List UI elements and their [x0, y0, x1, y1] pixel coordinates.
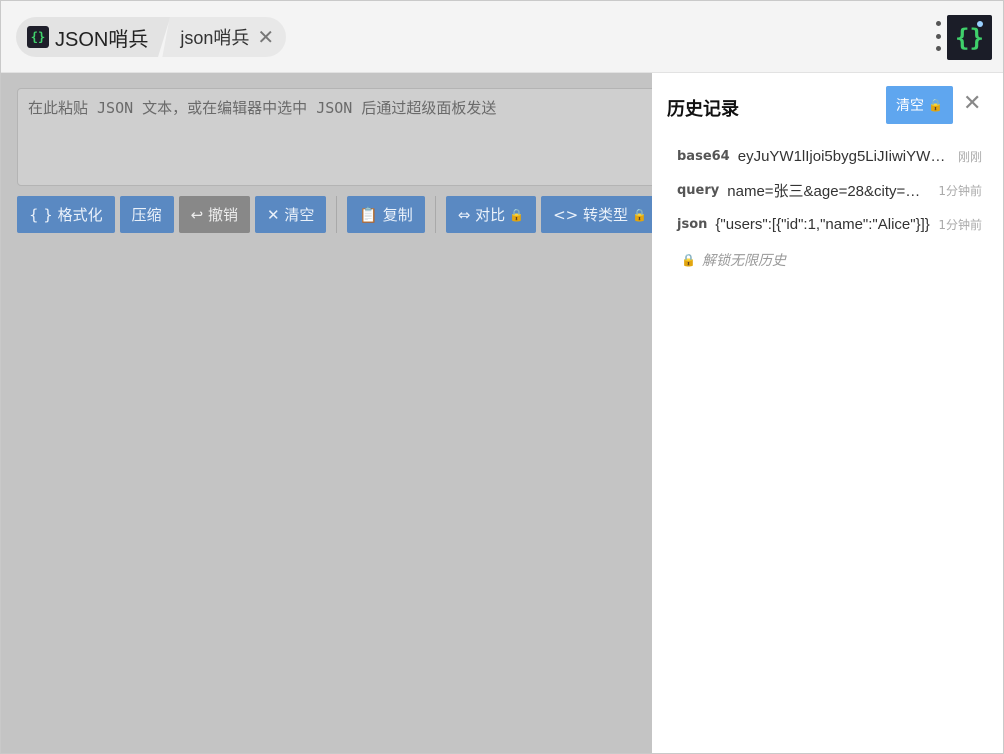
undo-button[interactable]: ↩ 撤销: [178, 196, 250, 233]
lock-icon: 🔒: [631, 207, 647, 222]
json-input-editor[interactable]: 在此粘贴 JSON 文本，或在编辑器中选中 JSON 后通过超级面板发送: [17, 88, 667, 186]
history-item[interactable]: query name=张三&age=28&city=北京 1分钟前: [677, 173, 982, 207]
history-list: base64 eyJuYW1lIjoi5byg5LiJIiwiYWdlIjoyO…: [677, 139, 982, 277]
history-panel: 历史记录 清空 🔒 ✕ base64 eyJuYW1lIjoi5byg5LiJI…: [652, 73, 1003, 753]
convert-type-button[interactable]: <> 转类型 🔒: [541, 196, 659, 233]
format-button[interactable]: { } 格式化: [17, 196, 115, 233]
convert-type-button-label: <> 转类型: [553, 206, 628, 224]
compress-button-label: 压缩: [131, 206, 162, 224]
copy-button[interactable]: 📋 复制: [347, 196, 425, 233]
history-item-type: query: [677, 182, 720, 198]
copy-button-label: 📋 复制: [359, 206, 413, 224]
title-bar: {} JSON哨兵 json哨兵 ✕ {}: [1, 1, 1003, 73]
app-logo-glyph: {}: [955, 23, 984, 52]
clear-history-label: 清空: [896, 98, 925, 114]
history-title: 历史记录: [667, 99, 739, 120]
app-logo-icon: {}: [947, 15, 992, 60]
tab-secondary-label: json哨兵: [180, 28, 250, 48]
history-item[interactable]: json {"users":[{"id":1,"name":"Alice"}]}…: [677, 207, 982, 241]
lock-icon: 🔒: [928, 98, 943, 112]
main-workspace: 在此粘贴 JSON 文本，或在编辑器中选中 JSON 后通过超级面板发送 { }…: [1, 73, 667, 753]
compare-button[interactable]: ⇔ 对比 🔒: [445, 196, 537, 233]
toolbar-divider: [336, 196, 338, 233]
clear-button-label: ✕ 清空: [266, 206, 315, 224]
history-item-value: name=张三&age=28&city=北京: [727, 182, 931, 200]
clear-history-button[interactable]: 清空 🔒: [886, 86, 953, 124]
unlock-history-label: 解锁无限历史: [701, 253, 786, 269]
more-options-icon[interactable]: [932, 21, 944, 51]
history-item-value: eyJuYW1lIjoi5byg5LiJIiwiYWdlIjoyOH0=: [737, 147, 950, 165]
close-icon[interactable]: ✕: [257, 27, 274, 47]
compress-button[interactable]: 压缩: [119, 196, 174, 233]
format-button-label: { } 格式化: [29, 206, 103, 224]
toolbar-divider: [434, 196, 436, 233]
tab-json-sentinel-secondary[interactable]: json哨兵 ✕: [162, 17, 287, 57]
toolbar: { } 格式化 压缩 ↩ 撤销 ✕ 清空 📋 复制 ⇔ 对比 🔒 <> 转类型 …: [17, 196, 664, 233]
history-item-time: 刚刚: [957, 149, 982, 164]
undo-button-label: ↩ 撤销: [190, 206, 238, 224]
history-item-type: base64: [677, 148, 730, 164]
braces-logo-icon: {}: [27, 26, 49, 48]
history-item-value: {"users":[{"id":1,"name":"Alice"}]}: [715, 215, 930, 233]
tab-json-sentinel[interactable]: {} JSON哨兵: [16, 17, 171, 57]
tab-strip: {} JSON哨兵 json哨兵 ✕: [16, 17, 287, 57]
lock-icon: 🔒: [681, 253, 696, 267]
unlock-history-link[interactable]: 🔒 解锁无限历史: [677, 243, 982, 277]
history-item-time: 1分钟前: [938, 217, 982, 232]
app-window: {} JSON哨兵 json哨兵 ✕ {} 在此粘贴 JSON 文本，或在编辑器…: [0, 0, 1004, 754]
history-item-time: 1分钟前: [938, 183, 982, 198]
editor-placeholder: 在此粘贴 JSON 文本，或在编辑器中选中 JSON 后通过超级面板发送: [28, 99, 497, 117]
history-item[interactable]: base64 eyJuYW1lIjoi5byg5LiJIiwiYWdlIjoyO…: [677, 139, 982, 173]
compare-button-label: ⇔ 对比: [457, 206, 506, 224]
lock-icon: 🔒: [509, 207, 525, 222]
history-item-type: json: [677, 216, 708, 232]
close-icon[interactable]: ✕: [963, 93, 981, 115]
clear-button[interactable]: ✕ 清空: [254, 196, 327, 233]
tab-main-label: JSON哨兵: [55, 28, 149, 51]
